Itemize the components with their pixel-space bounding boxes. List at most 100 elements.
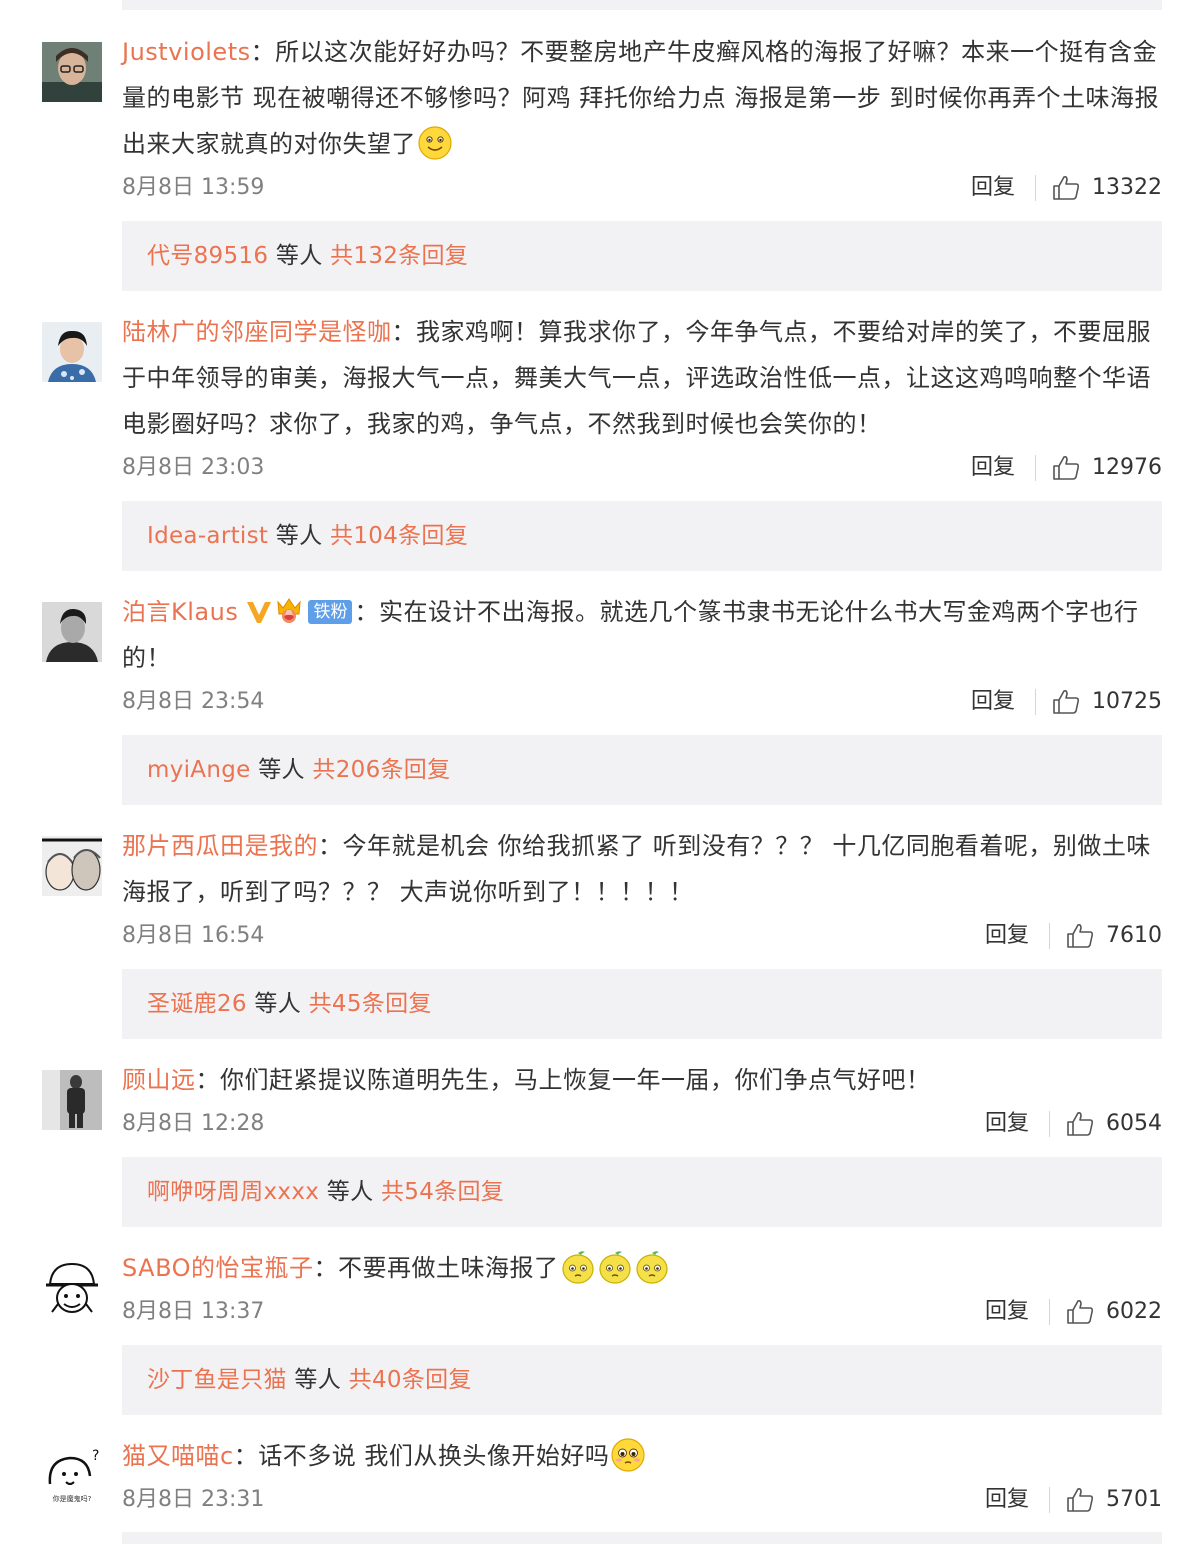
- replies-summary[interactable]: myiAnge 等人 共206条回复: [122, 735, 1162, 805]
- divider: [1049, 1487, 1050, 1513]
- reply-button[interactable]: 回复: [985, 1106, 1029, 1142]
- like-button[interactable]: 10725: [1052, 684, 1162, 720]
- reply-user-link[interactable]: Idea-artist: [147, 523, 268, 549]
- reply-button[interactable]: 回复: [985, 1482, 1029, 1518]
- divider: [1035, 689, 1036, 715]
- reply-user-link[interactable]: 圣诞鹿26: [147, 991, 247, 1017]
- verified-v-icon: [247, 602, 272, 623]
- replies-summary[interactable]: 圣诞鹿26 等人 共45条回复: [122, 969, 1162, 1039]
- reply-user-link[interactable]: 啊咿呀周周xxxx: [147, 1179, 319, 1205]
- replies-connector: 等人: [286, 1367, 349, 1393]
- comment-text: SABO的怡宝瓶子：不要再做土味海报了: [122, 1245, 1170, 1291]
- username-link[interactable]: 泊言Klaus: [122, 598, 238, 626]
- avatar[interactable]: [42, 1258, 102, 1318]
- comment-actions: 回复 6054: [985, 1106, 1162, 1142]
- reply-user-link[interactable]: myiAnge: [147, 757, 251, 783]
- timestamp: 8月8日 12:28: [122, 1111, 265, 1136]
- replies-summary[interactable]: 啊咿呀周周xxxx 等人 共54条回复: [122, 1157, 1162, 1227]
- colon: ：: [318, 832, 343, 860]
- like-count: 13322: [1092, 175, 1162, 200]
- comment-actions: 回复 12976: [971, 450, 1162, 486]
- like-button[interactable]: 6054: [1066, 1106, 1162, 1142]
- like-count: 10725: [1092, 689, 1162, 714]
- avatar[interactable]: [42, 42, 102, 102]
- like-button[interactable]: 6022: [1066, 1294, 1162, 1330]
- avatar[interactable]: [42, 322, 102, 382]
- reply-button[interactable]: 回复: [971, 170, 1015, 206]
- replies-summary[interactable]: 代号89516 等人 共132条回复: [122, 221, 1162, 291]
- replies-connector: 等人: [268, 243, 331, 269]
- comment-body: 你们赶紧提议陈道明先生，马上恢复一年一届，你们争点气好吧！: [220, 1066, 931, 1094]
- avatar[interactable]: ? 你是魔鬼吗?: [42, 1446, 102, 1506]
- colon: ：: [313, 1254, 339, 1282]
- reply-button[interactable]: 回复: [971, 684, 1015, 720]
- replies-count-link[interactable]: 共40条回复: [349, 1367, 472, 1393]
- reply-user-link[interactable]: 代号89516: [147, 243, 268, 269]
- replies-connector: 等人: [319, 1179, 381, 1205]
- comment-text: Justviolets：所以这次能好好办吗？不要整房地产牛皮癣风格的海报了好嘛？…: [122, 29, 1170, 167]
- replies-connector: 等人: [246, 991, 309, 1017]
- colon: ：: [354, 598, 379, 626]
- like-button[interactable]: 13322: [1052, 170, 1162, 206]
- username-link[interactable]: 顾山远: [122, 1066, 196, 1094]
- like-button[interactable]: 12976: [1052, 450, 1162, 486]
- colon: ：: [250, 38, 276, 66]
- lemon-emoji: [561, 1251, 594, 1284]
- reply-button[interactable]: 回复: [985, 918, 1029, 954]
- like-count: 12976: [1092, 455, 1162, 480]
- username-link[interactable]: SABO的怡宝瓶子: [122, 1254, 314, 1282]
- fan-badge: 铁粉: [308, 600, 353, 624]
- comment-body: 所以这次能好好办吗？不要整房地产牛皮癣风格的海报了好嘛？本来一个挺有含金量的电影…: [122, 38, 1160, 158]
- like-button[interactable]: 7610: [1066, 918, 1162, 954]
- reply-button[interactable]: 回复: [985, 1294, 1029, 1330]
- replies-count-link[interactable]: 共54条回复: [381, 1179, 504, 1205]
- username-link[interactable]: 猫又喵喵c: [122, 1442, 234, 1470]
- like-button[interactable]: 5701: [1066, 1482, 1162, 1518]
- timestamp: 8月8日 16:54: [122, 923, 265, 948]
- reply-button[interactable]: 回复: [971, 450, 1015, 486]
- replies-count-link[interactable]: 共132条回复: [330, 243, 468, 269]
- thumbs-up-icon: [1053, 456, 1080, 480]
- lemon-emoji: [635, 1251, 668, 1284]
- thumbs-up-icon: [1067, 1488, 1094, 1512]
- comment-body: 不要再做土味海报了: [338, 1254, 559, 1282]
- comment-actions: 回复 10725: [971, 684, 1162, 720]
- replies-summary[interactable]: 沙丁鱼是只猫 等人 共40条回复: [122, 1345, 1162, 1415]
- comment-text: 泊言Klaus 铁粉 ：实在设计不出海报。就选几个篆书隶书无论什么书大写金鸡两个字…: [122, 589, 1170, 681]
- username-link[interactable]: 陆林广的邻座同学是怪咖: [122, 318, 392, 346]
- comment-meta: 8月8日 12:28 回复 6054: [122, 1106, 1162, 1142]
- comment-text: 猫又喵喵c：话不多说 我们从换头像开始好吗: [122, 1433, 1170, 1479]
- avatar[interactable]: [42, 836, 102, 896]
- timestamp: 8月8日 13:37: [122, 1299, 265, 1324]
- thumbs-up-icon: [1067, 1112, 1094, 1136]
- timestamp: 8月8日 23:31: [122, 1487, 265, 1512]
- username-link[interactable]: Justviolets: [122, 38, 251, 66]
- divider: [1049, 1111, 1050, 1137]
- colon: ：: [195, 1066, 220, 1094]
- member-crown-icon: [277, 598, 302, 623]
- reply-user-link[interactable]: 沙丁鱼是只猫: [147, 1367, 287, 1393]
- replies-count-link[interactable]: 共45条回复: [309, 991, 432, 1017]
- svg-text:?: ?: [92, 1448, 99, 1464]
- next-reply-box-edge: [122, 1532, 1162, 1544]
- comment-body: 话不多说 我们从换头像开始好吗: [258, 1442, 610, 1470]
- divider: [1035, 175, 1036, 201]
- comment-actions: 回复 7610: [985, 918, 1162, 954]
- smile-emoji: [418, 126, 452, 160]
- comment-actions: 回复 6022: [985, 1294, 1162, 1330]
- username-link[interactable]: 那片西瓜田是我的: [122, 832, 318, 860]
- divider: [1049, 923, 1050, 949]
- colon: ：: [233, 1442, 259, 1470]
- comment-text: 陆林广的邻座同学是怪咖：我家鸡啊！算我求你了，今年争气点，不要给对岸的笑了，不要…: [122, 309, 1170, 447]
- avatar-caption: 你是魔鬼吗?: [53, 1494, 92, 1503]
- like-count: 5701: [1106, 1487, 1162, 1512]
- avatar[interactable]: [42, 1070, 102, 1130]
- avatar[interactable]: [42, 602, 102, 662]
- lemon-emoji: [598, 1251, 631, 1284]
- replies-summary[interactable]: Idea-artist 等人 共104条回复: [122, 501, 1162, 571]
- replies-count-link[interactable]: 共104条回复: [330, 523, 468, 549]
- replies-count-link[interactable]: 共206条回复: [312, 757, 450, 783]
- comment-text: 那片西瓜田是我的：今年就是机会 你给我抓紧了 听到没有？？？ 十几亿同胞看着呢，…: [122, 823, 1170, 915]
- replies-connector: 等人: [250, 757, 313, 783]
- comment-meta: 8月8日 16:54 回复 7610: [122, 918, 1162, 954]
